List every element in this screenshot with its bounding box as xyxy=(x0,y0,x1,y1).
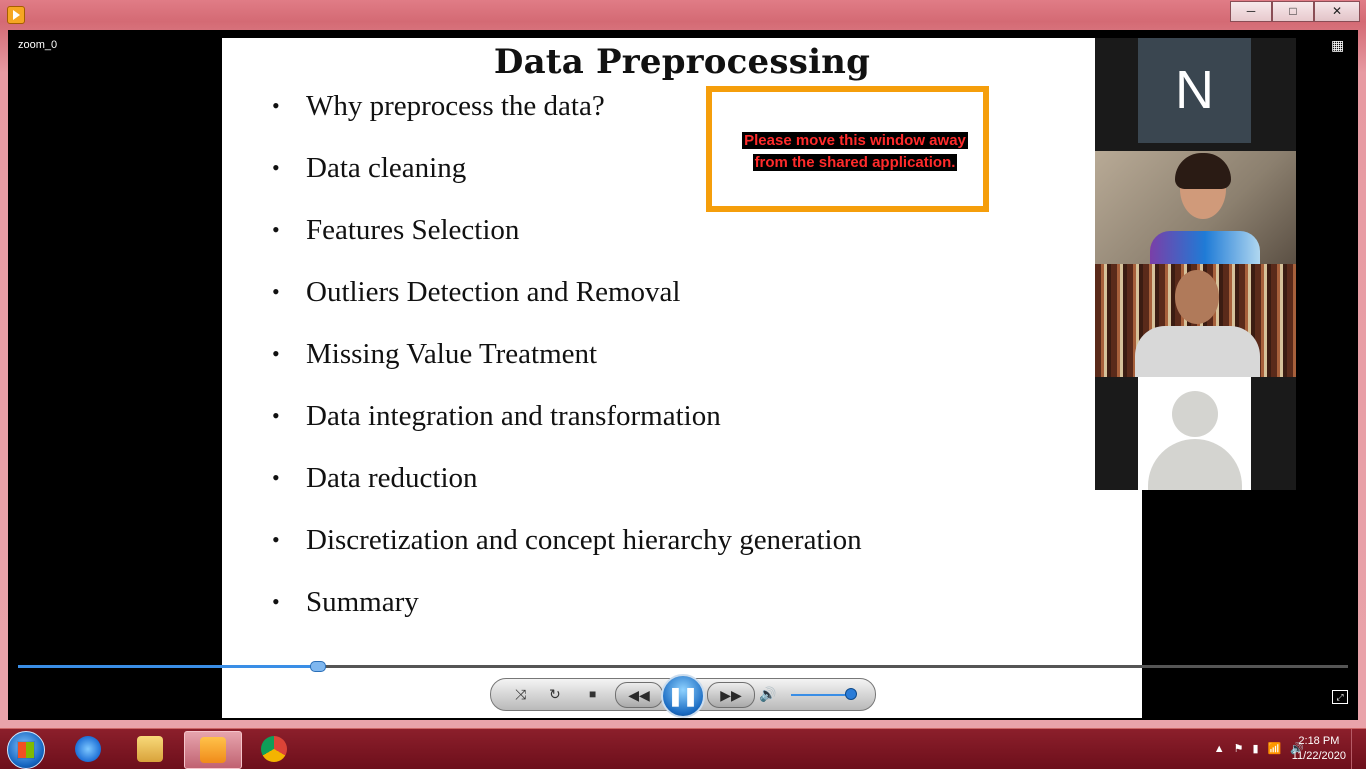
bullet-dot-icon: • xyxy=(272,155,280,180)
volume-icon[interactable]: 🔊 xyxy=(759,685,776,703)
share-warning-overlay: Please move this window away from the sh… xyxy=(706,86,989,212)
bullet-item: • Discretization and concept hierarchy ge… xyxy=(272,520,862,582)
bullet-text: Outliers Detection and Removal xyxy=(306,276,681,308)
bullet-item: • Summary xyxy=(272,582,862,644)
bullet-dot-icon: • xyxy=(272,403,280,428)
shared-window-label: zoom_0 xyxy=(18,39,58,51)
bullet-dot-icon: • xyxy=(272,93,280,118)
clock-date: 11/22/2020 xyxy=(1291,750,1346,762)
bullet-item: • Data reduction xyxy=(272,458,862,520)
participant-tile-avatar[interactable] xyxy=(1095,377,1296,490)
bullet-item: • Features Selection xyxy=(272,210,862,272)
bullet-text: Discretization and concept hierarchy gen… xyxy=(306,524,862,556)
bullet-dot-icon: • xyxy=(272,589,280,614)
device-icon[interactable]: ▮ xyxy=(1253,742,1259,755)
windows-taskbar: ▲ ⚑ ▮ 📶 🔊 2:18 PM 11/22/2020 xyxy=(0,728,1366,769)
bullet-text: Summary xyxy=(306,586,419,618)
participant-clothing xyxy=(1135,326,1260,377)
media-player-app-icon[interactable] xyxy=(7,6,25,24)
bullet-dot-icon: • xyxy=(272,341,280,366)
seek-progress xyxy=(18,665,318,668)
previous-button[interactable]: ◀◀ xyxy=(615,682,663,708)
start-button[interactable] xyxy=(7,731,45,769)
close-button[interactable]: ✕ xyxy=(1314,1,1360,22)
taskbar-chrome[interactable] xyxy=(246,731,302,767)
participant-face xyxy=(1175,270,1219,324)
avatar-body xyxy=(1148,439,1242,490)
volume-handle[interactable] xyxy=(844,688,857,700)
maximize-button[interactable]: □ xyxy=(1272,1,1314,22)
bullet-item: • Data integration and transformation xyxy=(272,396,862,458)
shuffle-icon[interactable]: ⤨ xyxy=(515,685,526,703)
participant-video-man[interactable] xyxy=(1095,264,1296,377)
participant-video-woman[interactable] xyxy=(1095,151,1296,264)
transport-controls: ⤨ ↻ ■ ◀◀ ❚❚ ▶▶ 🔊 xyxy=(490,674,876,718)
participant-initial: N xyxy=(1138,38,1251,143)
pause-button[interactable]: ❚❚ xyxy=(661,674,705,718)
gallery-view-icon[interactable]: ▦ xyxy=(1331,38,1348,53)
video-area[interactable]: zoom_0 ▦ Data Preprocessing • Why preproc… xyxy=(8,30,1358,720)
show-hidden-icons-icon[interactable]: ▲ xyxy=(1214,743,1225,755)
bullet-text: Data cleaning xyxy=(306,152,467,184)
bullet-text: Why preprocess the data? xyxy=(306,90,605,122)
internet-explorer-icon xyxy=(75,736,101,762)
participant-tiles: N xyxy=(1095,38,1296,490)
share-warning-line-2: from the shared application. xyxy=(752,154,958,171)
bullet-dot-icon: • xyxy=(272,465,280,490)
bullet-item: • Missing Value Treatment xyxy=(272,334,862,396)
taskbar-file-explorer[interactable] xyxy=(122,731,178,767)
bullet-text: Features Selection xyxy=(306,214,520,246)
avatar-head xyxy=(1172,391,1218,437)
action-center-flag-icon[interactable]: ⚑ xyxy=(1234,742,1244,755)
system-tray: ▲ ⚑ ▮ 📶 🔊 xyxy=(1214,742,1304,756)
bullet-item: • Outliers Detection and Removal xyxy=(272,272,862,334)
fullscreen-icon[interactable]: ⤢ xyxy=(1332,690,1348,704)
shared-slide: Data Preprocessing • Why preprocess the d… xyxy=(222,38,1142,718)
stop-button[interactable]: ■ xyxy=(589,685,596,703)
participant-clothing xyxy=(1150,231,1260,264)
clock-time: 2:18 PM xyxy=(1298,735,1340,747)
bullet-text: Data reduction xyxy=(306,462,478,494)
share-warning-text: Please move this window away from the sh… xyxy=(734,130,976,174)
volume-slider[interactable] xyxy=(791,694,853,696)
elapsed-time: 27:58 xyxy=(452,688,480,700)
bullet-dot-icon: • xyxy=(272,527,280,552)
title-bar[interactable]: ─ □ ✕ xyxy=(0,0,1366,30)
show-desktop-button[interactable] xyxy=(1351,729,1366,769)
player-controls: 27:58 ⤨ ↻ ■ ◀◀ ❚❚ ▶▶ 🔊 ⤢ xyxy=(8,650,1358,720)
bullet-dot-icon: • xyxy=(272,217,280,242)
media-player-icon xyxy=(200,737,226,763)
taskbar-media-player[interactable] xyxy=(184,731,242,769)
taskbar-internet-explorer[interactable] xyxy=(60,731,116,767)
minimize-button[interactable]: ─ xyxy=(1230,1,1272,22)
bullet-text: Data integration and transformation xyxy=(306,400,721,432)
network-signal-icon[interactable]: 📶 xyxy=(1268,742,1282,755)
chrome-icon xyxy=(261,736,287,762)
participant-hair xyxy=(1175,153,1231,189)
bullet-dot-icon: • xyxy=(272,279,280,304)
seek-handle[interactable] xyxy=(310,661,327,672)
repeat-icon[interactable]: ↻ xyxy=(549,685,561,703)
slide-title: Data Preprocessing xyxy=(493,42,871,82)
bullet-text: Missing Value Treatment xyxy=(306,338,598,370)
share-warning-line-1: Please move this window away xyxy=(742,132,968,149)
default-avatar-icon xyxy=(1138,377,1251,490)
seek-bar[interactable] xyxy=(18,661,1348,672)
window-controls: ─ □ ✕ xyxy=(1230,1,1360,22)
system-clock[interactable]: 2:18 PM 11/22/2020 xyxy=(1292,734,1346,764)
participant-tile-initial[interactable]: N xyxy=(1095,38,1296,151)
next-button[interactable]: ▶▶ xyxy=(707,682,755,708)
folder-icon xyxy=(137,736,163,762)
media-player-window: ─ □ ✕ zoom_0 ▦ Data Preprocessing • Why p… xyxy=(0,0,1366,728)
